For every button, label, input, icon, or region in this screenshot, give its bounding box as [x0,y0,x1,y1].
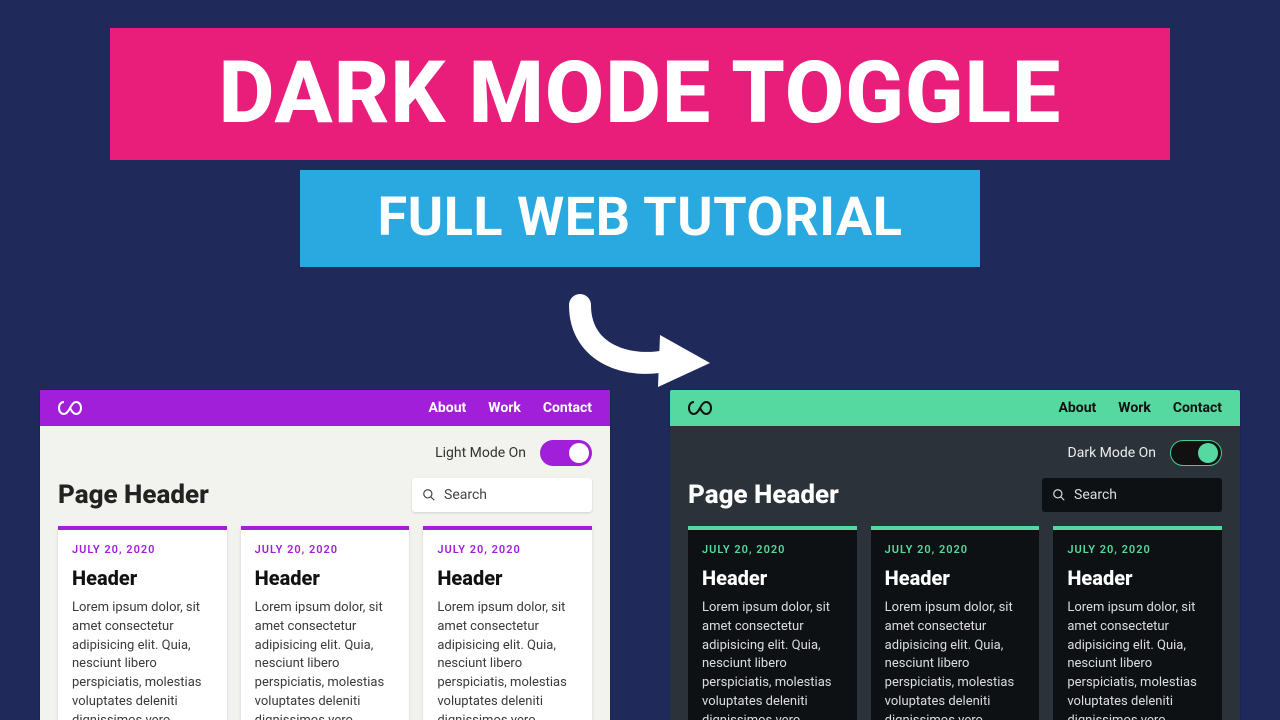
card-title: Header [255,564,396,593]
light-mode-preview: About Work Contact Light Mode On Page He… [40,390,610,720]
card: JULY 20, 2020 Header Lorem ipsum dolor, … [688,526,857,720]
card-body: Lorem ipsum dolor, sit amet consectetur … [702,599,843,720]
card-title: Header [437,564,578,593]
subtitle-banner: FULL WEB TUTORIAL [300,170,980,267]
card-date: JULY 20, 2020 [437,542,578,558]
card-body: Lorem ipsum dolor, sit amet consectetur … [1067,599,1208,720]
page-title: Page Header [58,480,209,510]
mode-label: Light Mode On [435,445,526,461]
nav-work[interactable]: Work [1118,400,1151,416]
card-title: Header [885,564,1026,593]
nav-work[interactable]: Work [488,400,521,416]
card: JULY 20, 2020 Header Lorem ipsum dolor, … [1053,526,1222,720]
card-body: Lorem ipsum dolor, sit amet consectetur … [885,599,1026,720]
arrow-icon [560,275,720,395]
search-input[interactable]: Search [1042,478,1222,512]
card-date: JULY 20, 2020 [702,542,843,558]
search-icon [422,488,436,502]
nav-contact[interactable]: Contact [543,400,592,416]
search-input[interactable]: Search [412,478,592,512]
theme-toggle[interactable] [1170,440,1222,466]
dark-mode-preview: About Work Contact Dark Mode On Page Hea… [670,390,1240,720]
infinity-logo-icon [58,401,82,415]
card-date: JULY 20, 2020 [885,542,1026,558]
mode-label: Dark Mode On [1068,445,1156,461]
card-title: Header [1067,564,1208,593]
topbar: About Work Contact [40,390,610,426]
nav-about[interactable]: About [1059,400,1097,416]
card-body: Lorem ipsum dolor, sit amet consectetur … [437,599,578,720]
infinity-logo-icon [688,401,712,415]
search-placeholder: Search [444,487,487,503]
card: JULY 20, 2020 Header Lorem ipsum dolor, … [241,526,410,720]
search-placeholder: Search [1074,487,1117,503]
card-date: JULY 20, 2020 [255,542,396,558]
topbar: About Work Contact [670,390,1240,426]
theme-toggle[interactable] [540,440,592,466]
card-title: Header [72,564,213,593]
card-date: JULY 20, 2020 [72,542,213,558]
card: JULY 20, 2020 Header Lorem ipsum dolor, … [58,526,227,720]
nav-about[interactable]: About [429,400,467,416]
nav-contact[interactable]: Contact [1173,400,1222,416]
title-banner: DARK MODE TOGGLE [110,28,1170,160]
page-title: Page Header [688,480,839,510]
card: JULY 20, 2020 Header Lorem ipsum dolor, … [871,526,1040,720]
card-date: JULY 20, 2020 [1067,542,1208,558]
card-body: Lorem ipsum dolor, sit amet consectetur … [255,599,396,720]
search-icon [1052,488,1066,502]
card-body: Lorem ipsum dolor, sit amet consectetur … [72,599,213,720]
card-title: Header [702,564,843,593]
card: JULY 20, 2020 Header Lorem ipsum dolor, … [423,526,592,720]
